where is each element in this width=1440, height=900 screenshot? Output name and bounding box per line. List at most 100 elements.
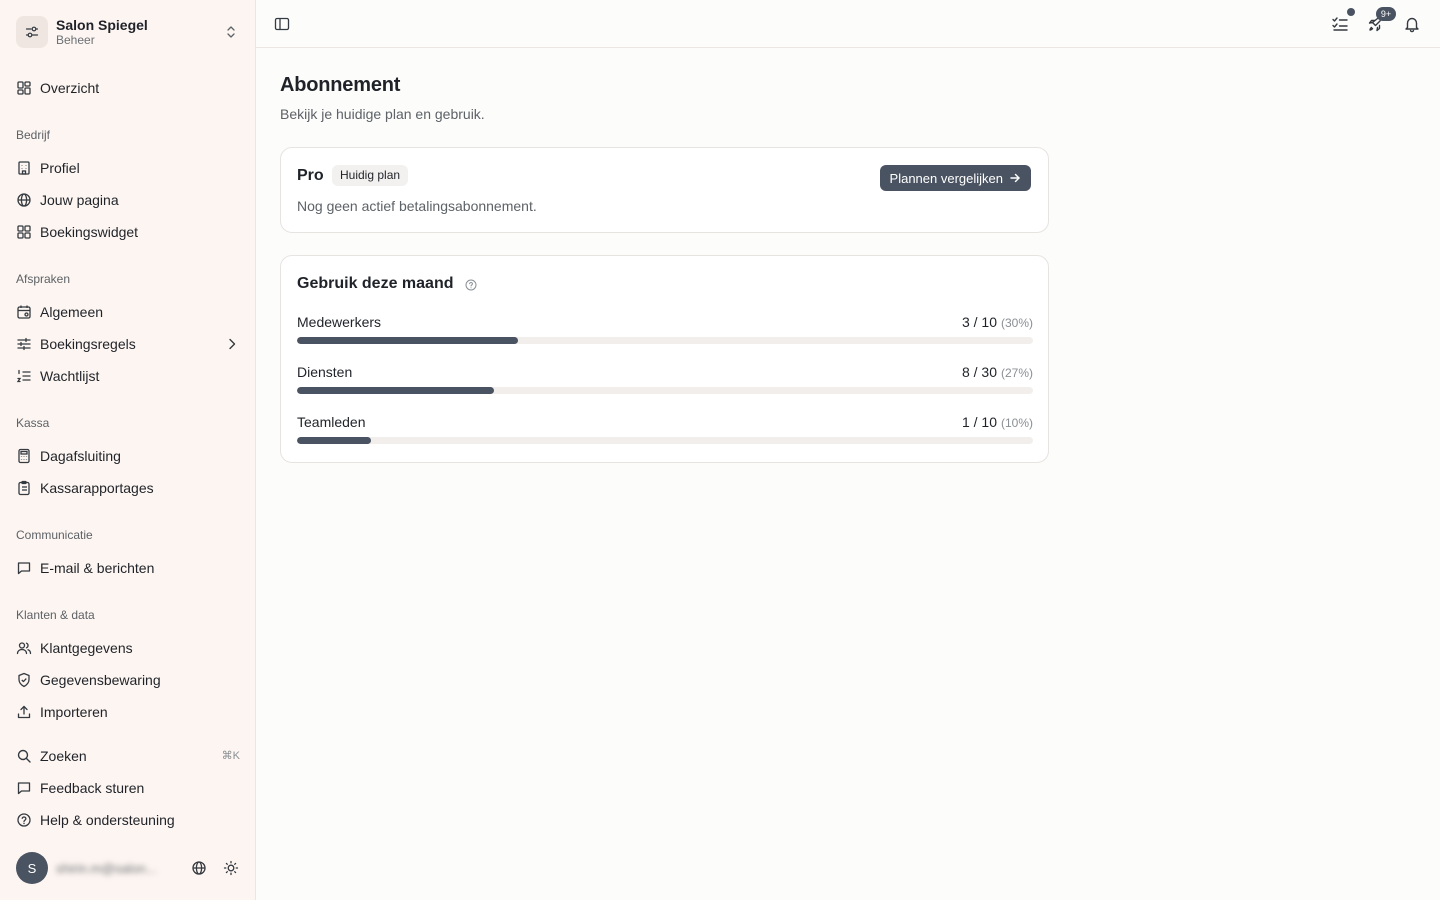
user-email: shirin.m@salon... xyxy=(56,860,157,876)
org-role: Beheer xyxy=(56,32,95,47)
updates-count-badge: 9+ xyxy=(1376,7,1396,21)
sidebar-item-label: Help & ondersteuning xyxy=(40,812,175,828)
sun-icon[interactable] xyxy=(223,860,239,876)
usage-row-employees: Medewerkers 3 / 10 (30%) xyxy=(297,314,1033,350)
main-content: 9+ Abonnement Bekijk je huidige plan en … xyxy=(256,0,1440,900)
usage-count: 1 / 10 xyxy=(961,414,997,430)
sidebar-item-label: Jouw pagina xyxy=(40,192,119,208)
sidebar-item-email-messages[interactable]: E-mail & berichten xyxy=(8,554,248,582)
usage-progress-track xyxy=(297,437,1033,444)
sidebar-item-label: Importeren xyxy=(40,704,108,720)
bell-icon[interactable] xyxy=(1400,12,1424,36)
sidebar-item-overview[interactable]: Overzicht xyxy=(8,74,248,102)
plan-card: Pro Huidig plan Nog geen actief betaling… xyxy=(280,147,1049,233)
usage-count: 8 / 30 xyxy=(961,364,997,380)
users-icon xyxy=(16,640,32,656)
checklist-icon[interactable] xyxy=(1328,8,1355,36)
help-circle-icon xyxy=(16,812,32,828)
topbar: 9+ xyxy=(256,0,1440,48)
sidebar-item-label: Gegevensbewaring xyxy=(40,672,161,688)
sidebar-item-label: Algemeen xyxy=(40,304,104,320)
sidebar-item-general[interactable]: Algemeen xyxy=(8,298,248,326)
sidebar-toggle-icon[interactable] xyxy=(270,12,294,36)
sidebar-item-search[interactable]: Zoeken ⌘K xyxy=(8,742,248,770)
chevrons-up-down-icon xyxy=(224,24,238,40)
sidebar-item-import[interactable]: Importeren xyxy=(8,698,248,726)
usage-card: Gebruik deze maand Medewerkers 3 / 10 (30… xyxy=(280,255,1049,463)
sidebar-item-data-retention[interactable]: Gegevensbewaring xyxy=(8,666,248,694)
plan-name: Pro xyxy=(297,167,324,184)
layout-grid-icon xyxy=(16,80,32,96)
page-title: Abonnement xyxy=(280,74,401,96)
sidebar-item-label: Feedback sturen xyxy=(40,780,145,796)
usage-label: Diensten xyxy=(297,364,353,380)
sidebar-item-label: Overzicht xyxy=(40,80,100,96)
sidebar-item-help[interactable]: Help & ondersteuning xyxy=(8,806,248,834)
section-label-customers: Klanten & data xyxy=(16,608,95,622)
sidebar-item-booking-widget[interactable]: Boekingswidget xyxy=(8,218,248,246)
sidebar: Salon Spiegel Beheer Overzicht Bedrijf P… xyxy=(0,0,256,900)
calculator-icon xyxy=(16,448,32,464)
sidebar-item-label: Dagafsluiting xyxy=(40,448,121,464)
checklist-badge-dot xyxy=(1347,8,1355,16)
usage-title: Gebruik deze maand xyxy=(297,275,454,292)
sidebar-item-profile[interactable]: Profiel xyxy=(8,154,248,182)
usage-label: Teamleden xyxy=(297,414,366,430)
clipboard-list-icon xyxy=(16,480,32,496)
list-ordered-icon xyxy=(16,368,32,384)
sidebar-item-label: Wachtlijst xyxy=(40,368,100,384)
sidebar-item-your-page[interactable]: Jouw pagina xyxy=(8,186,248,214)
section-label-register: Kassa xyxy=(16,416,50,430)
globe-icon[interactable] xyxy=(191,860,207,876)
arrow-right-icon xyxy=(1010,173,1020,183)
org-name: Salon Spiegel xyxy=(56,16,148,33)
sidebar-item-label: Boekingsregels xyxy=(40,336,136,352)
plan-description: Nog geen actief betalingsabonnement. xyxy=(297,198,537,214)
message-square-icon xyxy=(16,780,32,796)
globe-icon xyxy=(16,192,32,208)
usage-row-team-members: Teamleden 1 / 10 (10%) xyxy=(297,414,1033,450)
compare-plans-label: Plannen vergelijken xyxy=(889,170,1003,186)
search-icon xyxy=(16,748,32,764)
sidebar-item-label: Kassarapportages xyxy=(40,480,154,496)
chevron-right-icon xyxy=(224,336,240,352)
sliders-icon xyxy=(16,336,32,352)
usage-percent: (30%) xyxy=(1000,316,1033,330)
org-logo-icon xyxy=(16,16,48,48)
usage-label: Medewerkers xyxy=(297,314,382,330)
usage-percent: (27%) xyxy=(1000,366,1033,380)
sidebar-item-label: Profiel xyxy=(40,160,80,176)
sidebar-item-waitlist[interactable]: Wachtlijst xyxy=(8,362,248,390)
user-menu[interactable]: S shirin.m@salon... xyxy=(16,852,240,884)
page-subtitle: Bekijk je huidige plan en gebruik. xyxy=(280,106,485,122)
current-plan-badge: Huidig plan xyxy=(332,165,409,186)
building-icon xyxy=(16,160,32,176)
grid-icon xyxy=(16,224,32,240)
sidebar-item-label: Boekingswidget xyxy=(40,224,139,240)
sidebar-item-label: Klantgegevens xyxy=(40,640,133,656)
search-shortcut: ⌘K xyxy=(221,750,240,762)
help-circle-icon[interactable] xyxy=(465,278,477,291)
sidebar-item-label: Zoeken xyxy=(40,748,87,764)
avatar[interactable]: S xyxy=(16,852,48,884)
calendar-cog-icon xyxy=(16,304,32,320)
rocket-icon[interactable]: 9+ xyxy=(1364,7,1396,36)
compare-plans-button[interactable]: Plannen vergelijken xyxy=(879,165,1031,191)
usage-progress-fill xyxy=(297,337,518,344)
shield-check-icon xyxy=(16,672,32,688)
sidebar-item-booking-rules[interactable]: Boekingsregels xyxy=(8,330,248,358)
sidebar-item-customer-data[interactable]: Klantgegevens xyxy=(8,634,248,662)
usage-value: 1 / 10 (10%) xyxy=(962,414,1033,430)
message-square-icon xyxy=(16,560,32,576)
sidebar-item-day-close[interactable]: Dagafsluiting xyxy=(8,442,248,470)
section-label-communication: Communicatie xyxy=(16,528,93,542)
sidebar-item-feedback[interactable]: Feedback sturen xyxy=(8,774,248,802)
usage-count: 3 / 10 xyxy=(961,314,997,330)
section-label-appointments: Afspraken xyxy=(16,272,71,286)
upload-icon xyxy=(16,704,32,720)
usage-value: 8 / 30 (27%) xyxy=(962,364,1033,380)
usage-row-services: Diensten 8 / 30 (27%) xyxy=(297,364,1033,400)
section-label-company: Bedrijf xyxy=(16,128,51,142)
sidebar-item-register-reports[interactable]: Kassarapportages xyxy=(8,474,248,502)
org-switcher[interactable]: Salon Spiegel Beheer xyxy=(16,16,240,48)
